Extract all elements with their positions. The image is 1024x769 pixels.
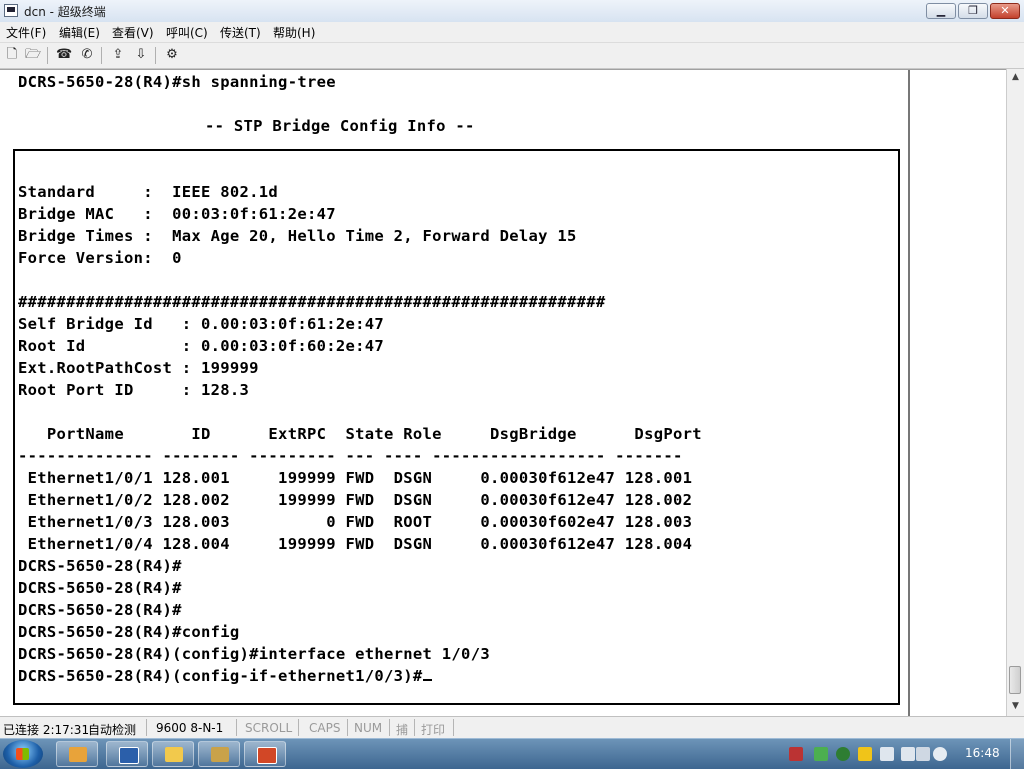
terminal-line: DCRS-5650-28(R4)# bbox=[18, 557, 182, 575]
vertical-scrollbar[interactable]: ▲ ▼ bbox=[1006, 69, 1024, 716]
capture-indicator: 捕 bbox=[396, 723, 409, 737]
app-icon bbox=[4, 4, 18, 17]
terminal-line: Self Bridge Id : 0.00:03:0f:61:2e:47 bbox=[18, 315, 385, 333]
tray-flag-icon[interactable] bbox=[901, 747, 915, 761]
tray-monitor-icon[interactable] bbox=[916, 747, 930, 761]
terminal-line: ########################################… bbox=[18, 293, 606, 311]
menu-edit[interactable]: 编辑(E) bbox=[59, 24, 100, 41]
port-table-rule: -------------- -------- --------- --- --… bbox=[18, 447, 683, 465]
terminal-frame-edge bbox=[908, 70, 910, 717]
taskbar-app-button[interactable] bbox=[244, 741, 286, 767]
status-divider bbox=[298, 719, 299, 736]
menu-bar: 文件(F) 编辑(E) 查看(V) 呼叫(C) 传送(T) 帮助(H) bbox=[0, 22, 1024, 43]
scroll-indicator: SCROLL bbox=[245, 721, 293, 735]
taskbar-app-button[interactable] bbox=[152, 741, 194, 767]
maximize-button[interactable]: ❐ bbox=[958, 3, 988, 19]
volume-icon[interactable] bbox=[933, 747, 947, 761]
tray-app-icon[interactable] bbox=[789, 747, 803, 761]
table-row: Ethernet1/0/2 128.002 199999 FWD DSGN 0.… bbox=[18, 491, 693, 509]
taskbar-clock[interactable]: 16:48 bbox=[965, 746, 1000, 760]
connection-time: 已连接 2:17:31 bbox=[3, 723, 90, 737]
table-row: Ethernet1/0/1 128.001 199999 FWD DSGN 0.… bbox=[18, 469, 693, 487]
menu-transfer[interactable]: 传送(T) bbox=[220, 24, 261, 41]
terminal-line: DCRS-5650-28(R4)# bbox=[18, 579, 182, 597]
terminal-line: Force Version: 0 bbox=[18, 249, 182, 267]
menu-call[interactable]: 呼叫(C) bbox=[166, 24, 208, 41]
start-button[interactable] bbox=[3, 740, 43, 768]
scroll-down-arrow-icon[interactable]: ▼ bbox=[1008, 699, 1023, 714]
scroll-up-arrow-icon[interactable]: ▲ bbox=[1008, 70, 1023, 85]
terminal-line: Bridge Times : Max Age 20, Hello Time 2,… bbox=[18, 227, 577, 245]
terminal-line: Root Port ID : 128.3 bbox=[18, 381, 250, 399]
status-bar: 已连接 2:17:31 自动检测 9600 8-N-1 SCROLL CAPS … bbox=[0, 716, 1024, 739]
menu-file[interactable]: 文件(F) bbox=[6, 24, 46, 41]
disconnect-icon[interactable]: ✆ bbox=[79, 47, 95, 63]
tray-network-icon[interactable] bbox=[814, 747, 828, 761]
serial-params: 9600 8-N-1 bbox=[156, 721, 224, 735]
window-title: dcn - 超级终端 bbox=[24, 5, 106, 19]
status-divider bbox=[389, 719, 390, 736]
tray-device-icon[interactable] bbox=[880, 747, 894, 761]
text-cursor bbox=[422, 679, 432, 681]
table-row: Ethernet1/0/3 128.003 0 FWD ROOT 0.00030… bbox=[18, 513, 693, 531]
terminal-line: DCRS-5650-28(R4)# bbox=[18, 601, 182, 619]
terminal-line: DCRS-5650-28(R4)(config)#interface ether… bbox=[18, 645, 490, 663]
tray-ime-icon[interactable] bbox=[858, 747, 872, 761]
status-divider bbox=[453, 719, 454, 736]
scrollbar-thumb[interactable] bbox=[1009, 666, 1021, 694]
close-button[interactable]: ✕ bbox=[990, 3, 1020, 19]
status-divider bbox=[236, 719, 237, 736]
taskbar-app-button[interactable] bbox=[198, 741, 240, 767]
menu-help[interactable]: 帮助(H) bbox=[273, 24, 315, 41]
port-table-header: PortName ID ExtRPC State Role DsgBridge … bbox=[18, 425, 702, 443]
toolbar-separator bbox=[47, 47, 48, 64]
terminal-prompt-line: DCRS-5650-28(R4)(config-if-ethernet1/0/3… bbox=[18, 667, 432, 685]
files-icon bbox=[211, 747, 229, 762]
title-bar: dcn - 超级终端 ▁ ❐ ✕ bbox=[0, 0, 1024, 23]
toolbar-separator bbox=[155, 47, 156, 64]
connect-icon[interactable]: ☎ bbox=[56, 47, 72, 63]
menu-view[interactable]: 查看(V) bbox=[112, 24, 154, 41]
terminal-line: Root Id : 0.00:03:0f:60:2e:47 bbox=[18, 337, 385, 355]
show-desktop-button[interactable] bbox=[1010, 739, 1024, 769]
explorer-icon bbox=[69, 747, 87, 762]
explorer-folder-icon bbox=[165, 747, 183, 762]
tray-security-icon[interactable] bbox=[836, 747, 850, 761]
taskbar-app-button[interactable] bbox=[56, 741, 98, 767]
detect-mode: 自动检测 bbox=[88, 723, 137, 737]
minimize-button[interactable]: ▁ bbox=[926, 3, 956, 19]
status-divider bbox=[347, 719, 348, 736]
taskbar-app-button[interactable] bbox=[106, 741, 148, 767]
table-row: Ethernet1/0/4 128.004 199999 FWD DSGN 0.… bbox=[18, 535, 693, 553]
status-divider bbox=[146, 719, 147, 736]
terminal-line: DCRS-5650-28(R4)#config bbox=[18, 623, 240, 641]
powerpoint-icon bbox=[257, 747, 277, 764]
terminal-line: Standard : IEEE 802.1d bbox=[18, 183, 279, 201]
terminal-area[interactable]: DCRS-5650-28(R4)#sh spanning-tree -- STP… bbox=[0, 69, 1006, 717]
terminal-prompt: DCRS-5650-28(R4)(config-if-ethernet1/0/3… bbox=[18, 667, 423, 685]
new-icon[interactable]: 🗋 bbox=[4, 47, 20, 63]
open-icon[interactable]: 🗁 bbox=[25, 47, 41, 63]
terminal-line: Bridge MAC : 00:03:0f:61:2e:47 bbox=[18, 205, 336, 223]
stp-section-title: -- STP Bridge Config Info -- bbox=[205, 117, 475, 135]
terminal-line: Ext.RootPathCost : 199999 bbox=[18, 359, 259, 377]
num-indicator: NUM bbox=[354, 721, 383, 735]
status-divider bbox=[414, 719, 415, 736]
toolbar-separator bbox=[101, 47, 102, 64]
word-icon bbox=[119, 747, 139, 764]
receive-icon[interactable]: ⇩ bbox=[133, 47, 149, 63]
properties-icon[interactable]: ⚙ bbox=[164, 47, 180, 63]
terminal-command-line: DCRS-5650-28(R4)#sh spanning-tree bbox=[18, 73, 336, 91]
print-indicator: 打印 bbox=[421, 723, 446, 737]
toolbar: 🗋 🗁 ☎ ✆ ⇪ ⇩ ⚙ bbox=[0, 43, 1024, 69]
taskbar: 16:48 bbox=[0, 738, 1024, 769]
caps-indicator: CAPS bbox=[309, 721, 341, 735]
send-icon[interactable]: ⇪ bbox=[110, 47, 126, 63]
